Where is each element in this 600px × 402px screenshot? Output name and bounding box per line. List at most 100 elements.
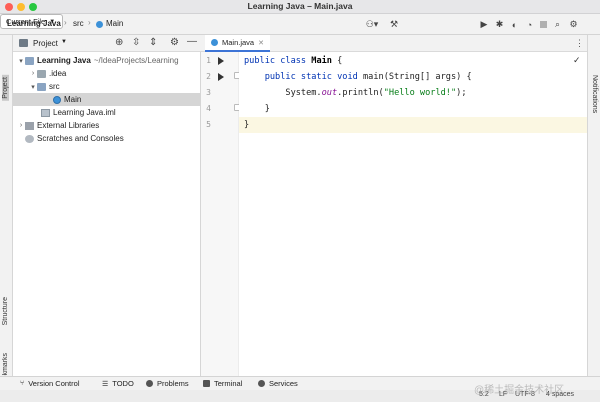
problems-button[interactable]: Problems (146, 379, 189, 388)
run-gutter-icon[interactable] (218, 57, 224, 65)
line-number: 1 (206, 56, 211, 65)
tree-item-path: ~/IdeaProjects/Learning (93, 56, 179, 65)
code-token: } (244, 104, 270, 114)
project-tool-button[interactable]: Project (2, 75, 9, 101)
todo-button[interactable]: ☰ TODO (102, 379, 134, 388)
hammer-icon[interactable]: ⚒ (388, 18, 400, 31)
chevron-down-icon[interactable]: ▾ (17, 57, 25, 65)
notifications-tool-button[interactable]: Notifications (591, 75, 598, 113)
project-panel-header: Project ▼ ⊕ ⇳ ⇕ ⚙ — (13, 35, 201, 52)
close-icon[interactable]: ✕ (258, 39, 264, 47)
chevron-right-icon[interactable]: › (29, 70, 37, 77)
stop-icon[interactable] (540, 21, 547, 28)
tree-item-src[interactable]: ▾ src (13, 80, 201, 93)
java-class-icon (53, 95, 61, 104)
breadcrumb-project[interactable]: Learning Java (7, 19, 61, 28)
navigation-bar: Learning Java › src › Main ⚇▾ ⚒ Current … (0, 14, 600, 35)
project-view-icon (19, 39, 28, 47)
problems-icon (146, 380, 153, 387)
chevron-down-icon[interactable]: ▼ (61, 39, 67, 45)
button-label: Version Control (28, 379, 80, 388)
code-token: public static void (244, 72, 363, 82)
breadcrumb-main[interactable]: Main (106, 19, 123, 28)
editor-tab-bar: Main.java ✕ ⋮ (201, 35, 587, 52)
code-line: } (239, 101, 587, 117)
scratches-icon (25, 134, 34, 143)
check-icon: ✓ (573, 55, 581, 65)
project-view-title[interactable]: Project (33, 39, 58, 48)
tree-item-label: .idea (49, 69, 67, 78)
tab-label: Main.java (222, 38, 255, 47)
services-button[interactable]: Services (258, 379, 298, 388)
code-line: public static void main(String[] args) { (239, 69, 587, 85)
code-line: System.out.println("Hello world!"); (239, 85, 587, 101)
structure-tool-button[interactable]: Structure (2, 297, 9, 325)
right-tool-strip: Notifications (587, 35, 600, 376)
terminal-button[interactable]: Terminal (203, 379, 242, 388)
breadcrumb-src[interactable]: src (73, 19, 84, 28)
code-token: System. (244, 88, 322, 98)
tree-item-idea[interactable]: › .idea (13, 67, 201, 80)
code-token: main(String[] args) { (363, 72, 472, 82)
watermark: @稀土掘金技术社区 (474, 385, 565, 396)
tree-item-label: Main (64, 95, 82, 104)
more-options-icon[interactable]: ⋮ (575, 38, 584, 49)
run-gutter-icon[interactable] (218, 73, 224, 81)
git-icon[interactable]: ⚇▾ (362, 18, 382, 31)
tree-item-scratches[interactable]: Scratches and Consoles (13, 132, 201, 145)
code-token: { (331, 56, 343, 66)
code-token: .println( (337, 88, 384, 98)
run-icon[interactable]: ▶ (479, 18, 489, 31)
code-token: "Hello world!" (383, 88, 457, 98)
collapse-all-icon[interactable]: ⇕ (149, 37, 157, 48)
tab-main-java[interactable]: Main.java ✕ (205, 35, 270, 52)
left-tool-strip: Project Structure Bookmarks (0, 35, 13, 388)
line-number: 3 (206, 88, 211, 97)
expand-all-icon[interactable]: ⇳ (132, 37, 140, 48)
code-line: public class Main { (239, 53, 587, 69)
chevron-down-icon[interactable]: ▾ (29, 83, 37, 91)
search-icon[interactable]: ⌕ (552, 18, 563, 31)
version-control-button[interactable]: ⑂ Version Control (20, 379, 79, 388)
line-number: 4 (206, 104, 211, 113)
button-label: Services (269, 379, 298, 388)
tree-item-label: Learning Java (37, 56, 91, 65)
title-bar: Learning Java – Main.java (0, 0, 600, 14)
minimize-icon[interactable]: — (187, 36, 197, 47)
code-line-current: } (239, 117, 587, 133)
services-icon (258, 380, 265, 387)
terminal-icon (203, 380, 210, 387)
window-title: Learning Java – Main.java (247, 1, 353, 11)
breadcrumb-separator: › (88, 18, 91, 27)
tree-item-project-root[interactable]: ▾ Learning Java ~/IdeaProjects/Learning (13, 54, 201, 67)
target-icon[interactable]: ⊕ (115, 37, 123, 48)
chevron-right-icon[interactable]: › (17, 122, 25, 129)
iml-file-icon (41, 108, 50, 117)
code-token: } (244, 120, 250, 130)
git-branch-icon: ⑂ (20, 380, 25, 387)
profile-icon[interactable]: ◔ (524, 18, 535, 31)
module-folder-icon (25, 56, 34, 65)
tree-item-label: Scratches and Consoles (37, 134, 124, 143)
tree-item-iml[interactable]: Learning Java.iml (13, 106, 201, 119)
tree-item-external-libraries[interactable]: › External Libraries (13, 119, 201, 132)
code-editor[interactable]: public class Main { public static void m… (239, 52, 587, 376)
debug-icon[interactable]: ✱ (494, 18, 505, 31)
code-token: ); (456, 88, 467, 98)
library-icon (25, 121, 34, 130)
gear-icon[interactable]: ⚙ (568, 18, 579, 31)
editor-gutter: 1 2 3 4 5 (201, 52, 240, 376)
code-token: out (321, 88, 338, 98)
gear-icon[interactable]: ⚙ (170, 37, 179, 48)
java-class-icon (96, 21, 103, 28)
line-number: 2 (206, 72, 211, 81)
tree-item-main[interactable]: Main (13, 93, 201, 106)
coverage-icon[interactable]: ◐ (509, 18, 520, 31)
tree-item-label: External Libraries (37, 121, 100, 130)
source-folder-icon (37, 82, 46, 91)
code-token: Main (311, 56, 332, 66)
java-class-icon (211, 39, 218, 46)
project-tree: ▾ Learning Java ~/IdeaProjects/Learning … (13, 52, 201, 376)
button-label: Problems (157, 379, 189, 388)
button-label: TODO (112, 379, 134, 388)
